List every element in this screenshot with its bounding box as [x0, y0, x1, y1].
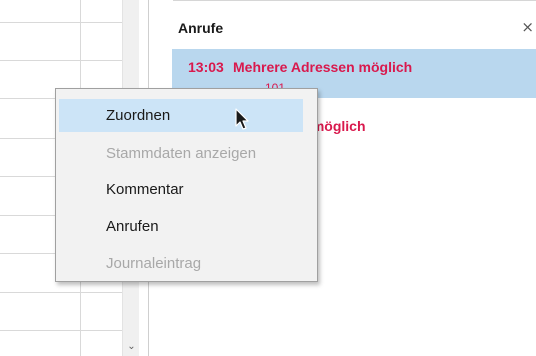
grid-row-line: [0, 60, 122, 61]
chevron-down-icon[interactable]: ⌄: [123, 340, 140, 354]
menu-item-kommentar[interactable]: Kommentar: [59, 173, 303, 206]
close-icon[interactable]: ×: [521, 18, 534, 36]
menu-item-anrufen[interactable]: Anrufen: [59, 210, 303, 243]
context-menu: Zuordnen Stammdaten anzeigen Kommentar A…: [55, 88, 318, 282]
menu-item-stammdaten-anzeigen: Stammdaten anzeigen: [106, 145, 257, 162]
menu-item-zuordnen[interactable]: Zuordnen: [59, 99, 303, 132]
grid-row-line: [0, 292, 122, 293]
panel-divider: [173, 0, 536, 1]
panel-title: Anrufe: [178, 20, 224, 36]
grid-row-line: [0, 330, 122, 331]
menu-item-journaleintrag: Journaleintrag: [106, 255, 202, 272]
call-caller-name: Mehrere Adressen möglich: [233, 59, 413, 75]
arrow-cursor-icon: [235, 108, 249, 130]
grid-row-line: [0, 22, 122, 23]
call-time: 13:03: [188, 59, 224, 75]
